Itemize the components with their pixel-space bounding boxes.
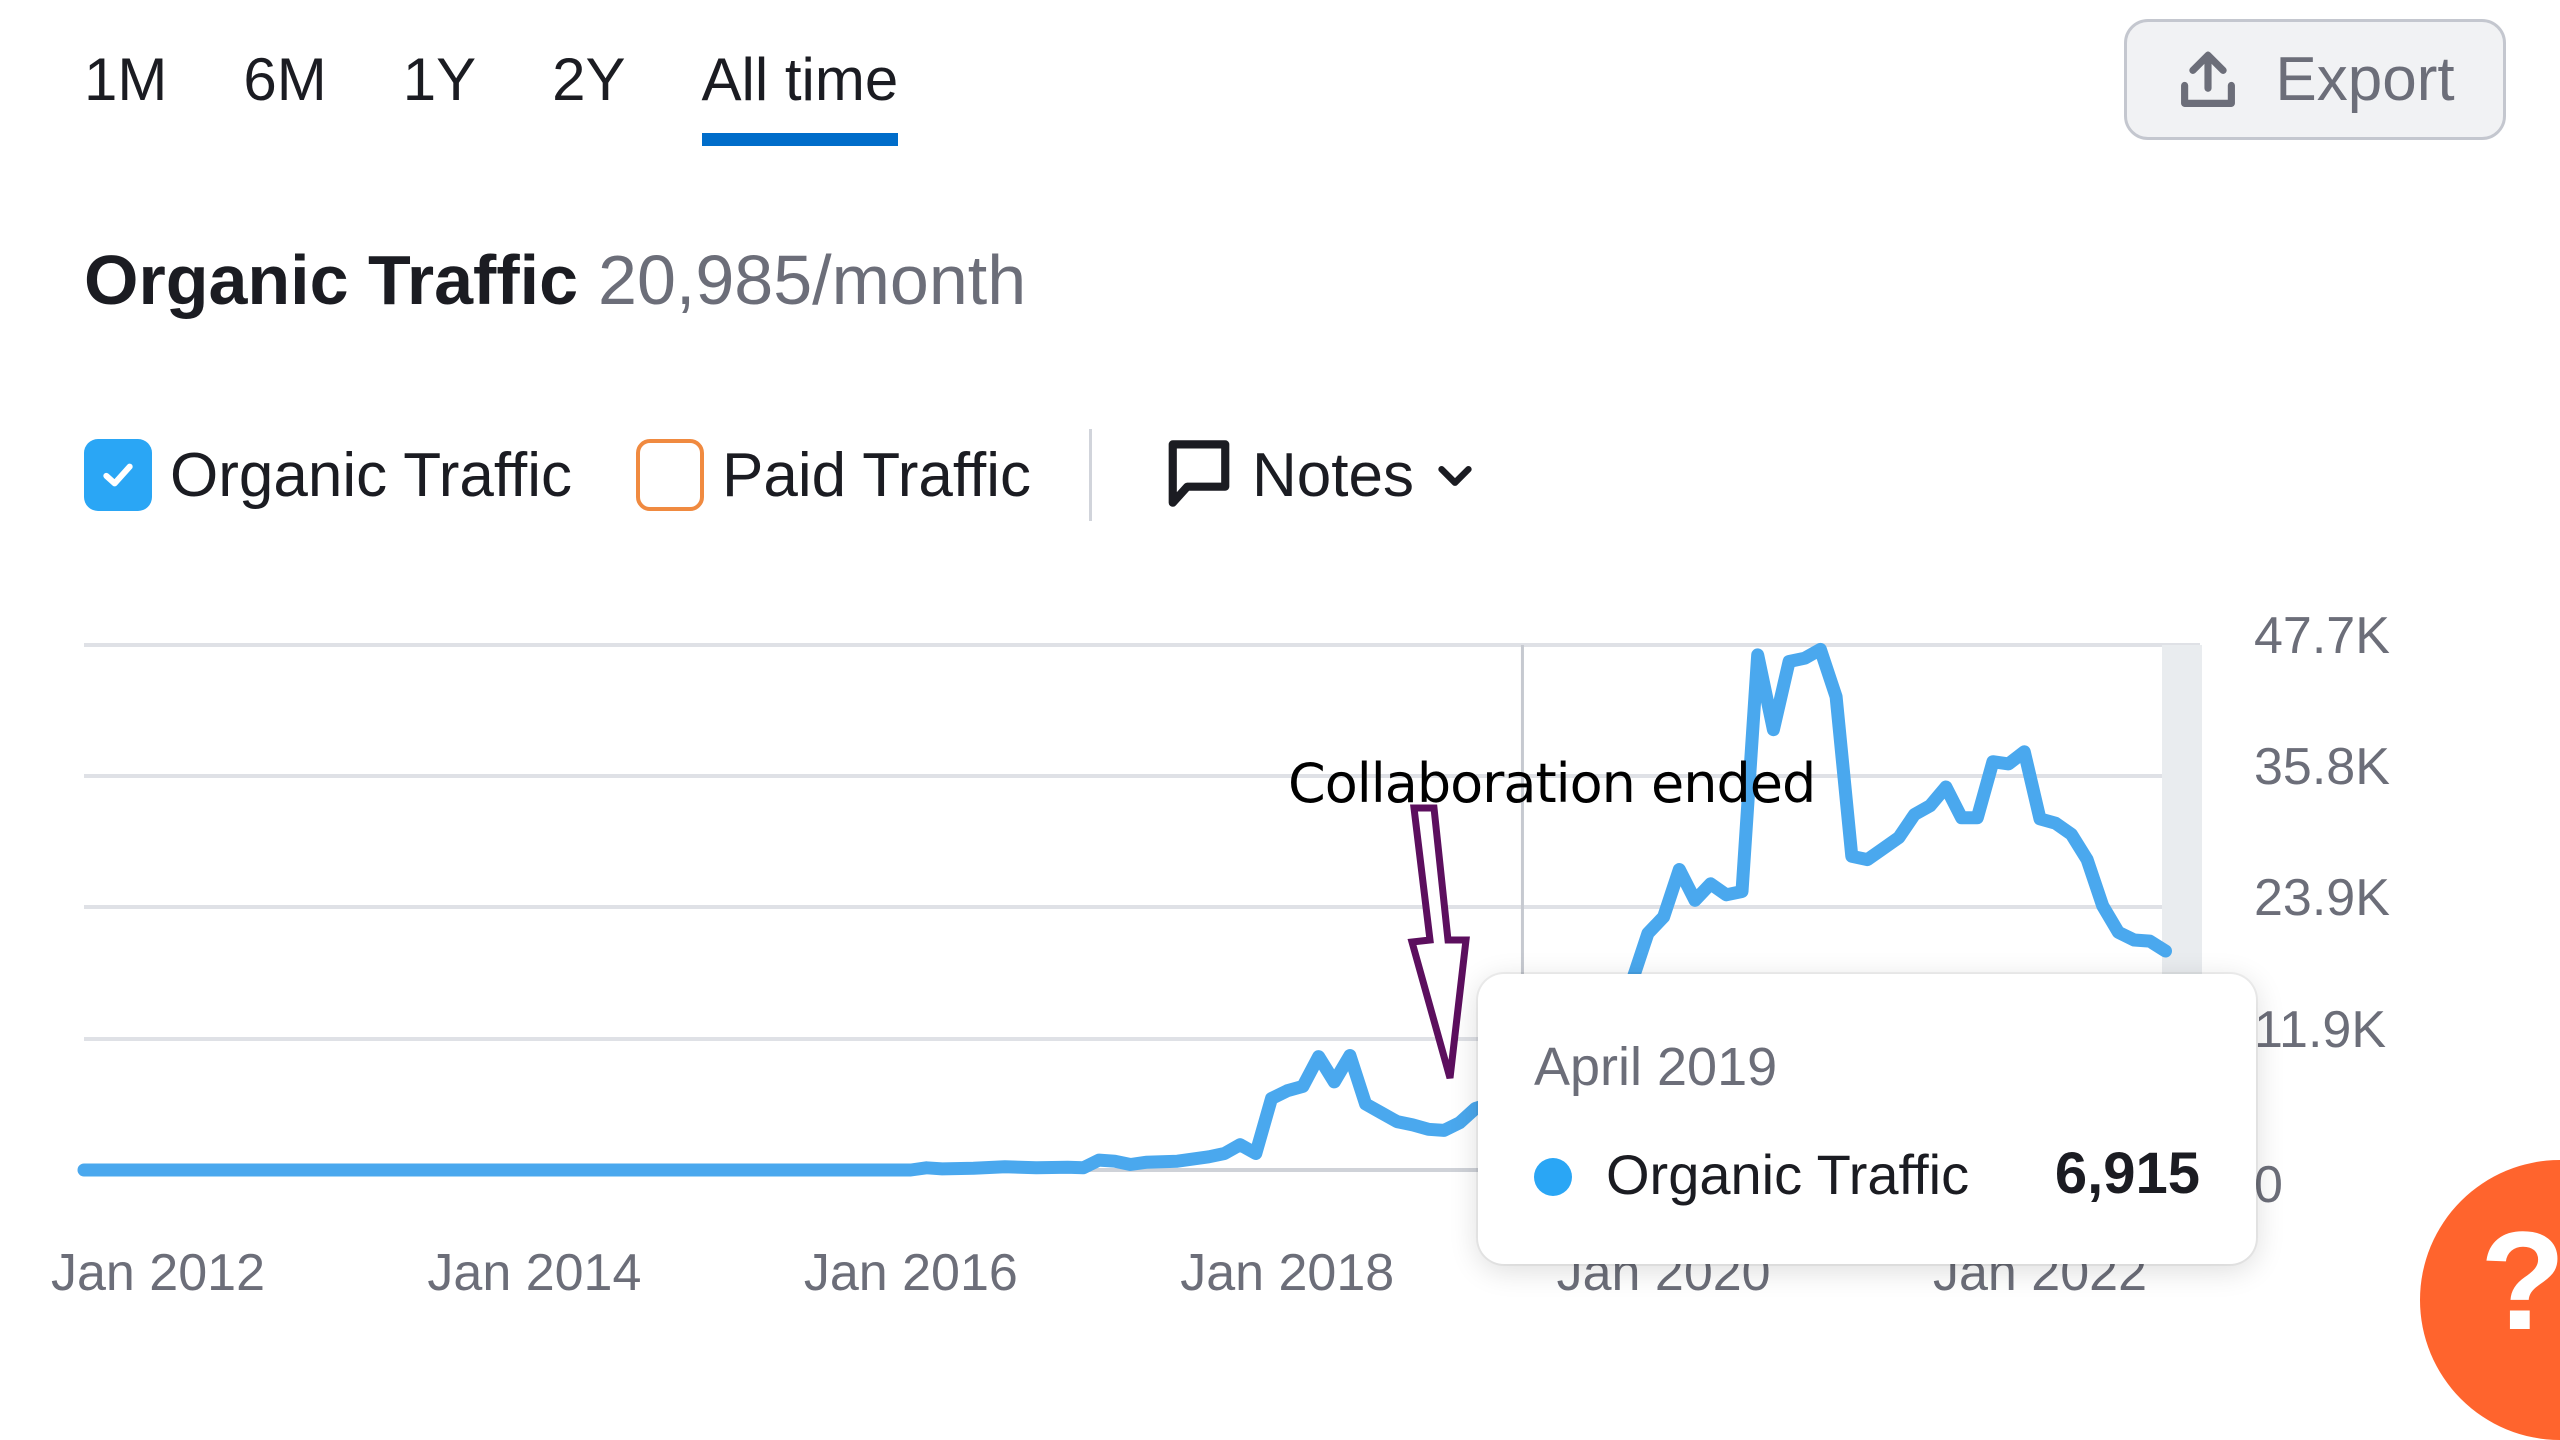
annotation-label: Collaboration ended [1288, 752, 1816, 815]
organic-traffic-checkbox[interactable] [84, 439, 152, 511]
tab-6m[interactable]: 6M [243, 40, 326, 120]
tooltip-value: 6,915 [2054, 1141, 2200, 1206]
notes-dropdown[interactable]: Notes [1164, 436, 1478, 514]
comment-icon [1168, 440, 1230, 507]
x-tick-label: Jan 2016 [804, 1244, 1018, 1302]
y-tick-label: 35.8K [2254, 738, 2390, 796]
page-title: Organic Traffic 20,985/month [84, 240, 1026, 320]
tooltip-series-label: Organic Traffic [1606, 1143, 1970, 1206]
metric-title: Organic Traffic [84, 241, 579, 319]
legend-label: Organic Traffic [170, 440, 573, 510]
series-color-dot [1534, 1158, 1572, 1196]
notes-label: Notes [1252, 440, 1414, 510]
tab-1y[interactable]: 1Y [403, 40, 476, 120]
legend-divider [1089, 429, 1093, 521]
legend-label: Paid Traffic [722, 440, 1032, 510]
checkmark-icon [103, 463, 133, 487]
y-tick-label: 0 [2254, 1156, 2283, 1214]
paid-traffic-checkbox[interactable] [636, 439, 705, 511]
x-tick-label: Jan 2018 [1180, 1244, 1394, 1302]
tab-2y[interactable]: 2Y [552, 40, 625, 120]
legend-organic-traffic[interactable]: Organic Traffic [84, 439, 572, 511]
tooltip-date: April 2019 [1534, 1037, 1778, 1097]
y-tick-label: 23.9K [2254, 869, 2390, 927]
legend: Organic Traffic Paid Traffic Notes [84, 429, 1478, 521]
legend-paid-traffic[interactable]: Paid Traffic [636, 439, 1031, 511]
export-label: Export [2275, 45, 2455, 114]
upload-icon [2181, 51, 2236, 107]
export-button[interactable]: Export [2124, 19, 2506, 140]
x-tick-label: Jan 2012 [51, 1244, 265, 1302]
period-tabs: 1M 6M 1Y 2Y All time [84, 40, 974, 146]
question-mark-icon: ? [2480, 1202, 2560, 1359]
chart-tooltip: April 2019 Organic Traffic 6,915 [1478, 974, 2256, 1264]
x-tick-label: Jan 2014 [427, 1244, 641, 1302]
chevron-down-icon [1438, 465, 1472, 486]
y-axis: 0 11.9K 23.9K 35.8K 47.7K [2254, 607, 2390, 1214]
y-tick-label: 47.7K [2254, 607, 2390, 665]
tab-1m[interactable]: 1M [84, 40, 167, 120]
tab-all-time[interactable]: All time [701, 40, 898, 146]
y-tick-label: 11.9K [2254, 1001, 2386, 1059]
metric-value: 20,985/month [598, 241, 1027, 319]
